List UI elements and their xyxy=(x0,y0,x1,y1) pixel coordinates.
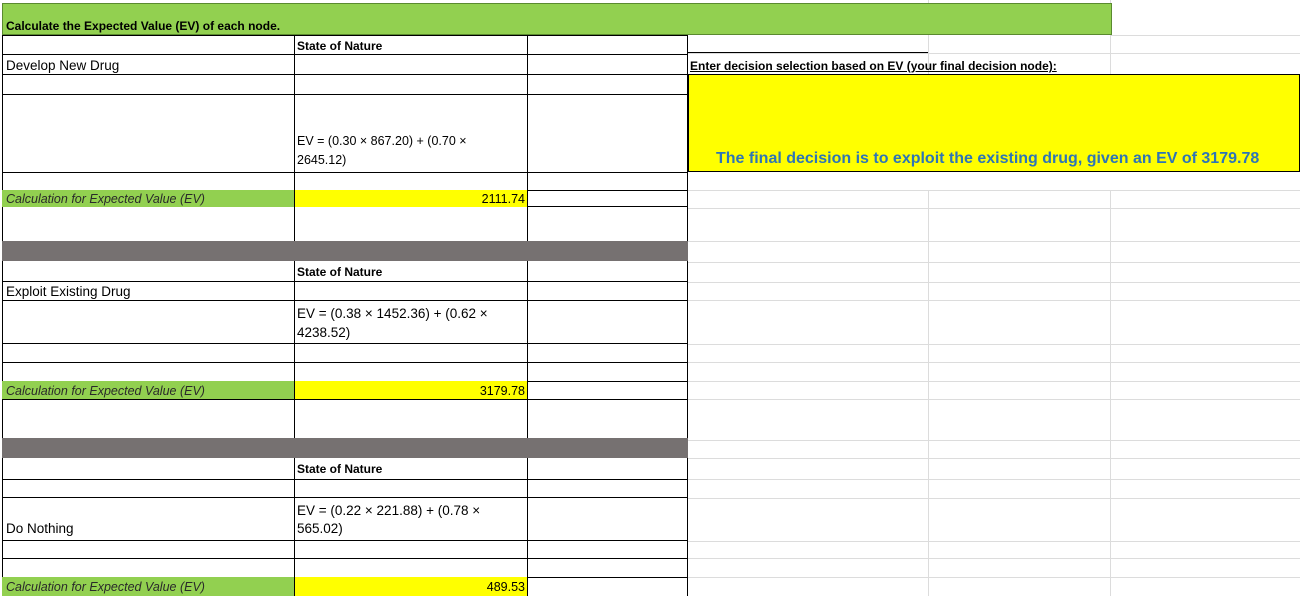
s1-row-line xyxy=(2,74,688,75)
s1-col2-divider xyxy=(527,35,528,207)
option-label: Develop New Drug xyxy=(6,58,120,73)
s1-gap-col2 xyxy=(527,207,528,241)
s1-row-line xyxy=(2,54,688,55)
calc-label: Calculation for Expected Value (EV) xyxy=(6,192,205,206)
s3-row-line xyxy=(2,479,688,480)
ev-formula-line1: EV = (0.30 × 867.20) + (0.70 × xyxy=(297,134,467,148)
option-label: Exploit Existing Drug xyxy=(6,284,131,299)
ev-formula-line1: EV = (0.38 × 1452.36) + (0.62 × xyxy=(297,306,488,321)
s1-gap-col1 xyxy=(294,207,295,241)
ev-formula-line2: 2645.12) xyxy=(297,153,347,167)
s3-row-line xyxy=(2,497,688,498)
section-separator xyxy=(2,438,688,458)
s1-col1-divider xyxy=(294,35,295,207)
s2-row-line xyxy=(2,300,688,301)
s3-row-line xyxy=(2,540,688,541)
decision-header-rule xyxy=(688,52,928,53)
calc-label: Calculation for Expected Value (EV) xyxy=(6,384,205,398)
state-of-nature-label: State of Nature xyxy=(297,265,383,279)
final-decision-text: The final decision is to exploit the exi… xyxy=(716,150,1260,167)
ev-value: 3179.78 xyxy=(479,384,525,398)
s2-row-line xyxy=(2,281,688,282)
page-title: Calculate the Expected Value (EV) of eac… xyxy=(6,19,281,33)
option-label: Do Nothing xyxy=(6,521,74,536)
decision-prompt: Enter decision selection based on EV (yo… xyxy=(690,59,1057,73)
s1-gap xyxy=(2,207,688,241)
ev-formula-line1: EV = (0.22 × 221.88) + (0.78 × xyxy=(297,503,481,518)
s1-row-line xyxy=(2,94,688,95)
ev-value: 2111.74 xyxy=(481,192,525,206)
s3-row-line xyxy=(2,558,688,559)
s2-row-line xyxy=(2,343,688,344)
calc-label: Calculation for Expected Value (EV) xyxy=(6,580,205,594)
ev-formula-line2: 4238.52) xyxy=(297,325,351,340)
s2-row-line xyxy=(2,362,688,363)
ev-value: 489.53 xyxy=(486,580,525,594)
state-of-nature-label: State of Nature xyxy=(297,462,383,476)
s2-gap xyxy=(2,399,688,438)
state-of-nature-label: State of Nature xyxy=(297,39,383,53)
section-separator xyxy=(2,241,688,261)
ev-formula-line2: 565.02) xyxy=(297,521,343,536)
s1-row-line xyxy=(2,172,688,173)
